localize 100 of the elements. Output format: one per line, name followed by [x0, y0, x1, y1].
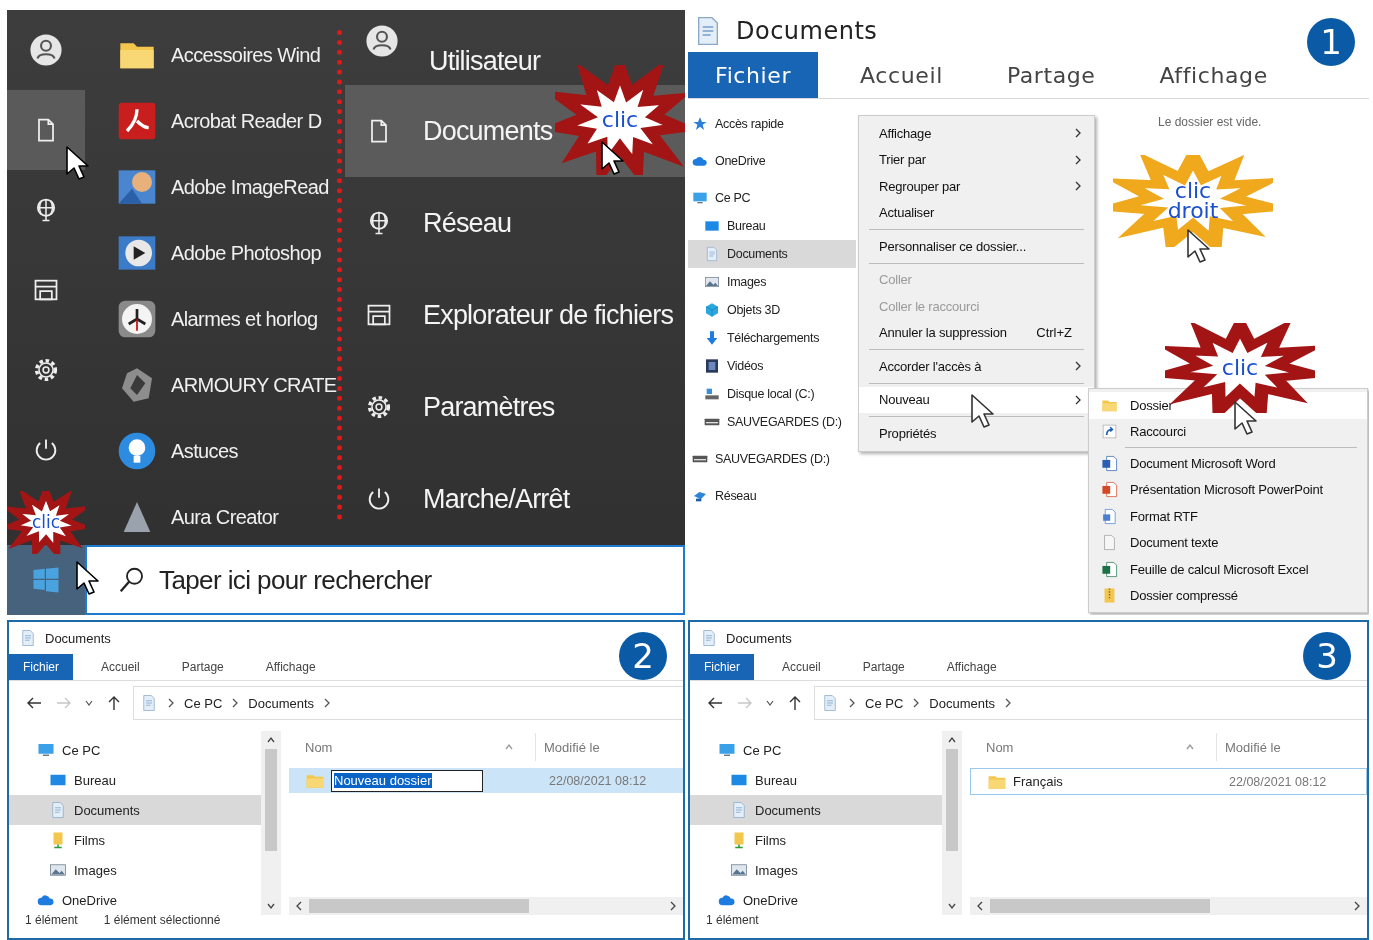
app-item[interactable]: Adobe ImageRead: [85, 154, 337, 220]
menu-item[interactable]: Actualiser: [859, 199, 1094, 226]
nav-item[interactable]: Ce PC: [690, 735, 942, 765]
menu-item[interactable]: Feuille de calcul Microsoft Excel: [1089, 556, 1367, 583]
nav-item[interactable]: OneDrive: [690, 885, 942, 915]
file-row[interactable]: Français 22/08/2021 08:12: [970, 768, 1367, 795]
app-item[interactable]: Accessoires Wind: [85, 22, 337, 88]
breadcrumb-item[interactable]: Ce PC: [865, 695, 904, 711]
vertical-scrollbar[interactable]: [942, 731, 962, 915]
menu-item-label: Regrouper par: [879, 178, 962, 194]
ribbon-tab[interactable]: Fichier: [9, 654, 73, 680]
ribbon-tab[interactable]: Affichage: [1137, 52, 1290, 98]
user-icon: [29, 33, 63, 67]
search-bar[interactable]: Taper ici pour rechercher: [85, 545, 685, 615]
address-bar[interactable]: Ce PC Documents: [133, 686, 683, 720]
menu-item[interactable]: Document texte: [1089, 529, 1367, 556]
menu-item[interactable]: Affichage: [859, 120, 1094, 147]
nav-item[interactable]: Bureau: [9, 765, 261, 795]
nav-item[interactable]: Images: [690, 855, 942, 885]
presentation-icon: [1101, 481, 1118, 499]
menu-item[interactable]: Personnaliser ce dossier...: [859, 233, 1094, 260]
app-item[interactable]: Adobe Photoshop: [85, 220, 337, 286]
ribbon-tab[interactable]: Fichier: [688, 52, 819, 98]
menu-item[interactable]: Accorder l'accès à: [859, 353, 1094, 380]
menu-label: Réseau: [423, 207, 512, 239]
nav-item[interactable]: Documents: [9, 795, 261, 825]
ribbon-tab[interactable]: Partage: [848, 654, 919, 680]
menu-item-label: Affichage: [879, 125, 933, 141]
nav-item[interactable]: Images: [688, 268, 856, 296]
caret-icon: [85, 699, 93, 707]
column-header[interactable]: Nom: [289, 739, 505, 755]
nav-item[interactable]: Documents: [690, 795, 942, 825]
ribbon-tab[interactable]: Accueil: [768, 654, 835, 680]
column-header[interactable]: Modifié le: [1216, 733, 1281, 761]
chevron-icon: [295, 901, 303, 911]
menu-item[interactable]: Annuler la suppression Ctrl+Z: [859, 319, 1094, 346]
nav-item[interactable]: Documents: [688, 240, 856, 268]
menu-item-label: Coller le raccourci: [879, 298, 981, 314]
rename-field[interactable]: Nouveau dossier: [331, 769, 483, 792]
menu-item[interactable]: Réseau: [345, 177, 685, 269]
app-item[interactable]: Alarmes et horlog: [85, 286, 337, 352]
nav-item[interactable]: Disque local (C:): [688, 380, 856, 408]
ribbon-tab[interactable]: Accueil: [838, 52, 965, 98]
breadcrumb-item[interactable]: Documents: [248, 695, 315, 711]
ribbon-tab[interactable]: Affichage: [932, 654, 1011, 680]
nav-item[interactable]: OneDrive: [688, 147, 856, 175]
horizontal-scrollbar[interactable]: [970, 897, 1367, 915]
horizontal-scrollbar[interactable]: [289, 897, 683, 915]
breadcrumb-item[interactable]: Ce PC: [184, 695, 223, 711]
menu-item[interactable]: Paramètres: [345, 361, 685, 453]
arrow-right-icon: [737, 696, 753, 710]
app-name: Alarmes et horlog: [171, 307, 318, 331]
app-item[interactable]: Acrobat Reader D: [85, 88, 337, 154]
chevron-icon: [1074, 128, 1082, 139]
nav-item[interactable]: Bureau: [690, 765, 942, 795]
nav-item[interactable]: Films: [690, 825, 942, 855]
app-item[interactable]: Astuces: [85, 418, 337, 484]
menu-item[interactable]: Regrouper par: [859, 173, 1094, 200]
nav-item[interactable]: Vidéos: [688, 352, 856, 380]
file-name: Français: [1013, 774, 1064, 789]
nav-item[interactable]: Objets 3D: [688, 296, 856, 324]
column-header[interactable]: Nom: [970, 739, 1186, 755]
menu-item[interactable]: Présentation Microsoft PowerPoint: [1089, 476, 1367, 503]
ribbon-tab[interactable]: Accueil: [87, 654, 154, 680]
document-icon: [1101, 507, 1118, 525]
nav-item[interactable]: Réseau: [688, 482, 856, 510]
app-item[interactable]: ARMOURY CRATE: [85, 352, 337, 418]
menu-item[interactable]: Document Microsoft Word: [1089, 450, 1367, 477]
column-header[interactable]: Modifié le: [535, 733, 600, 761]
ribbon-tab[interactable]: Partage: [984, 52, 1118, 98]
menu-item[interactable]: Trier par: [859, 146, 1094, 173]
ribbon-tab[interactable]: Affichage: [251, 654, 330, 680]
status-text: 1 élément: [25, 913, 78, 927]
vertical-scrollbar[interactable]: [261, 731, 281, 915]
ribbon-tab[interactable]: Partage: [167, 654, 238, 680]
nav-item[interactable]: Téléchargements: [688, 324, 856, 352]
nav-item[interactable]: OneDrive: [9, 885, 261, 915]
nav-item[interactable]: Images: [9, 855, 261, 885]
menu-item-label: Actualiser: [879, 205, 936, 221]
menu-item[interactable]: Dossier compressé: [1089, 582, 1367, 609]
menu-item[interactable]: Nouveau: [859, 386, 1094, 413]
nav-item[interactable]: Ce PC: [9, 735, 261, 765]
nav-item[interactable]: Bureau: [688, 212, 856, 240]
menu-item[interactable]: Marche/Arrêt: [345, 453, 685, 545]
start-button[interactable]: [7, 545, 85, 615]
nav-item[interactable]: SAUVEGARDES (D:): [688, 445, 856, 473]
menu-item-label: Coller: [879, 272, 913, 288]
menu-item[interactable]: Explorateur de fichiers: [345, 269, 685, 361]
nav-item[interactable]: SAUVEGARDES (D:): [688, 408, 856, 436]
breadcrumb-item[interactable]: Documents: [929, 695, 996, 711]
nav-item[interactable]: Films: [9, 825, 261, 855]
ribbon-tab[interactable]: Fichier: [690, 654, 754, 680]
menu-item-label: Dossier compressé: [1130, 588, 1239, 604]
menu-item[interactable]: Format RTF: [1089, 503, 1367, 530]
nav-item[interactable]: Accès rapide: [688, 110, 856, 138]
address-bar[interactable]: Ce PC Documents: [814, 686, 1367, 720]
file-row[interactable]: Nouveau dossier 22/08/2021 08:12: [289, 768, 683, 793]
nav-item[interactable]: Ce PC: [688, 184, 856, 212]
rail-button[interactable]: [7, 90, 85, 170]
search-field[interactable]: Taper ici pour rechercher: [157, 563, 683, 597]
